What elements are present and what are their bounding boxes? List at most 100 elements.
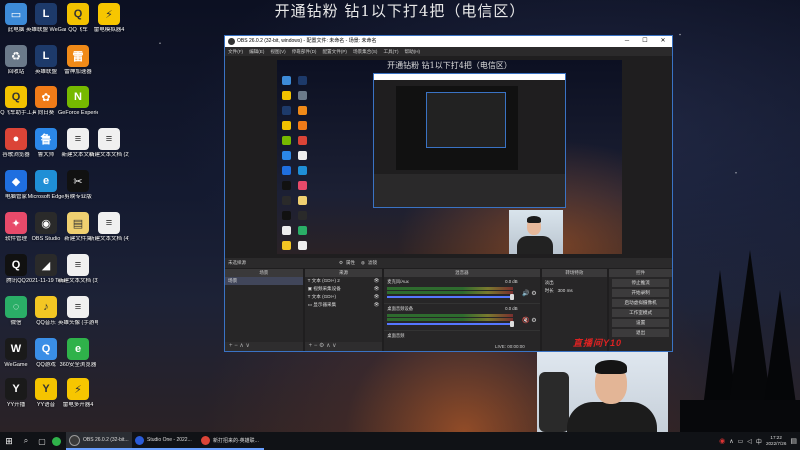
obs-menubar: 文件(F) 编辑(E) 视图(V) 停靠部件(D) 配置文件(P) 场景集合(S… bbox=[225, 47, 672, 56]
eye-icon[interactable]: 👁 bbox=[373, 277, 379, 285]
filter-icon[interactable]: ◍ bbox=[361, 258, 365, 268]
move-down-icon[interactable]: ∨ bbox=[332, 343, 336, 349]
scenes-dock: 场景 场景 + − ∧ ∨ bbox=[225, 269, 303, 351]
eye-icon[interactable]: 👁 bbox=[373, 301, 379, 309]
remove-icon[interactable]: − bbox=[234, 343, 238, 349]
controls-header: 控件 bbox=[609, 269, 672, 277]
muted-speaker-icon[interactable]: 🔇 bbox=[522, 317, 529, 324]
taskbar-app-studio-one[interactable]: Studio One - 2022... bbox=[132, 432, 198, 450]
desktop-icon[interactable]: ✂ 剪映专业版 bbox=[58, 170, 98, 201]
add-icon[interactable]: + bbox=[229, 343, 233, 349]
sources-dock: 来源 T 文本 (GDI+) 2 👁 ▣ 视频采集设备 👁 T 文本 (GDI+… bbox=[304, 269, 383, 351]
gear-icon[interactable]: ⚙ bbox=[531, 317, 536, 324]
remove-icon[interactable]: − bbox=[314, 343, 318, 349]
properties-button[interactable]: 属性 bbox=[346, 258, 355, 268]
desktop-icon[interactable]: ⚡ 雷电多开器4 bbox=[58, 378, 98, 409]
wallpaper-trees bbox=[680, 250, 800, 432]
task-view-icon[interactable]: ▢ bbox=[34, 432, 50, 450]
eye-icon[interactable]: 👁 bbox=[373, 285, 379, 293]
menu-scene-collection[interactable]: 场景集合(S) bbox=[353, 47, 378, 56]
start-virtual-camera-button[interactable]: 启动虚拟摄像机 bbox=[612, 299, 669, 307]
source-item[interactable]: ▣ 视频采集设备 👁 bbox=[305, 285, 383, 293]
menu-file[interactable]: 文件(F) bbox=[228, 47, 243, 56]
menu-edit[interactable]: 编辑(E) bbox=[249, 47, 264, 56]
desktop-icon-label: 新建文本文档 (3) bbox=[58, 278, 98, 284]
move-down-icon[interactable]: ∨ bbox=[245, 343, 249, 349]
desktop-icon[interactable]: ≡ 新建文本文档 (4) bbox=[89, 212, 129, 243]
desktop-icon-label: 英雄头像 (手游电脑版) bbox=[58, 320, 98, 326]
app-360-icon[interactable] bbox=[50, 432, 66, 450]
desktop-icon-label: GeForce Experience bbox=[58, 110, 98, 116]
menu-help[interactable]: 帮助(H) bbox=[405, 47, 421, 56]
obs-titlebar[interactable]: OBS 26.0.2 (32-bit, windows) - 配置文件: 未命名… bbox=[225, 36, 672, 47]
gear-icon[interactable]: ⚙ bbox=[531, 290, 536, 297]
start-recording-button[interactable]: 开始录制 bbox=[612, 289, 669, 297]
volume-slider[interactable] bbox=[387, 321, 515, 327]
transition-select[interactable]: 淡出 bbox=[542, 279, 608, 287]
volume-icon[interactable]: ◁ bbox=[747, 438, 752, 445]
chevron-up-icon[interactable]: ∧ bbox=[729, 438, 733, 445]
menu-docks[interactable]: 停靠部件(D) bbox=[292, 47, 317, 56]
volume-slider[interactable] bbox=[387, 294, 515, 300]
duration-field[interactable]: 时长 300 ms bbox=[542, 287, 608, 295]
studio-mode-button[interactable]: 工作室模式 bbox=[612, 309, 669, 317]
ime-icon[interactable]: 中 bbox=[756, 437, 762, 446]
taskbar-clock[interactable]: 17:22 2022/7/26 bbox=[766, 435, 786, 447]
source-item[interactable]: ▭ 显示器采集 👁 bbox=[305, 301, 383, 309]
move-up-icon[interactable]: ∧ bbox=[239, 343, 243, 349]
speaker-icon[interactable]: 🔊 bbox=[522, 290, 529, 297]
desktop-icon-label: 新建文本文档 (4) bbox=[89, 236, 129, 242]
eye-icon[interactable]: 👁 bbox=[373, 293, 379, 301]
gear-icon[interactable]: ⚙ bbox=[339, 258, 343, 268]
add-icon[interactable]: + bbox=[309, 343, 313, 349]
desktop-icon[interactable]: ≡ 英雄头像 (手游电脑版) bbox=[58, 296, 98, 327]
desktop-icon[interactable]: e 360安全浏览器 bbox=[58, 338, 98, 369]
desktop-icon[interactable]: ≡ 新建文本文档 (3) bbox=[58, 254, 98, 285]
minimize-icon[interactable]: ─ bbox=[618, 36, 636, 47]
obs-preview-canvas[interactable]: 开通钻粉 钻1以下打4把（电信区） bbox=[277, 60, 622, 254]
tray-app-icon[interactable]: ◉ bbox=[719, 437, 725, 445]
app-icon: ≡ bbox=[98, 128, 120, 150]
menu-tools[interactable]: 工具(T) bbox=[383, 47, 398, 56]
windows-start-icon[interactable]: ⊞ bbox=[0, 432, 18, 450]
source-item[interactable]: T 文本 (GDI+) 2 👁 bbox=[305, 277, 383, 285]
mixer-channel: 桌面音频设备 0.0 dB 🔇 ⚙ bbox=[384, 304, 540, 331]
desktop-icon[interactable]: 雷雷神加速器 bbox=[58, 45, 98, 76]
app-icon: L bbox=[35, 3, 57, 25]
close-icon[interactable]: ✕ bbox=[654, 36, 672, 47]
notification-icon[interactable]: ▤ bbox=[790, 437, 797, 445]
app-icon: Y bbox=[5, 378, 27, 400]
desktop-icon-label: 雷电模拟器4 bbox=[93, 27, 125, 33]
app-icon: ▤ bbox=[67, 212, 89, 234]
app-icon: ✂ bbox=[67, 170, 89, 192]
menu-view[interactable]: 视图(V) bbox=[270, 47, 285, 56]
settings-button[interactable]: 设置 bbox=[612, 319, 669, 327]
app-icon: Q bbox=[5, 86, 27, 108]
search-icon[interactable]: ⌕ bbox=[18, 432, 34, 450]
stop-streaming-button[interactable]: 停止推流 bbox=[612, 279, 669, 287]
app-icon: N bbox=[67, 86, 89, 108]
source-item[interactable]: T 文本 (GDI+) 👁 bbox=[305, 293, 383, 301]
desktop-icon[interactable]: N GeForce Experience bbox=[58, 86, 98, 117]
sources-header: 来源 bbox=[304, 269, 383, 277]
desktop-icon-label: 新建文本文档 (2) bbox=[89, 152, 129, 158]
scene-item[interactable]: 场景 bbox=[225, 277, 303, 285]
filters-button[interactable]: 滤镜 bbox=[368, 258, 377, 268]
desktop-icon[interactable]: ⚡ 雷电模拟器4 bbox=[89, 3, 129, 34]
status-bar: LIVE: 00:00:00 bbox=[495, 344, 525, 349]
maximize-icon[interactable]: ☐ bbox=[636, 36, 654, 47]
app-icon: Q bbox=[67, 3, 89, 25]
mixer-dock: 混音器 麦克风/Aux 0.0 dB 🔊 ⚙ 桌面音频设备 0.0 dB 🔇 ⚙ 桌… bbox=[384, 269, 540, 351]
desktop-icon[interactable]: ≡ 新建文本文档 (2) bbox=[89, 128, 129, 159]
system-tray: ◉ ∧ ▭ ◁ 中 17:22 2022/7/26 ▤ bbox=[719, 432, 800, 450]
settings-icon[interactable]: ⚙ bbox=[319, 343, 324, 349]
taskbar-app-browser[interactable]: 新打招来的-英雄联... bbox=[198, 432, 264, 450]
network-icon[interactable]: ▭ bbox=[738, 438, 744, 445]
app-icon: ◌ bbox=[5, 296, 27, 318]
taskbar-app-obs[interactable]: OBS 26.0.2 (32-bit... bbox=[66, 432, 132, 450]
app-icon: W bbox=[5, 338, 27, 360]
desktop-icon-label: 雷电多开器4 bbox=[62, 402, 94, 408]
obs-window[interactable]: OBS 26.0.2 (32-bit, windows) - 配置文件: 未命名… bbox=[224, 35, 673, 352]
move-up-icon[interactable]: ∧ bbox=[326, 343, 330, 349]
menu-profile[interactable]: 配置文件(P) bbox=[322, 47, 347, 56]
